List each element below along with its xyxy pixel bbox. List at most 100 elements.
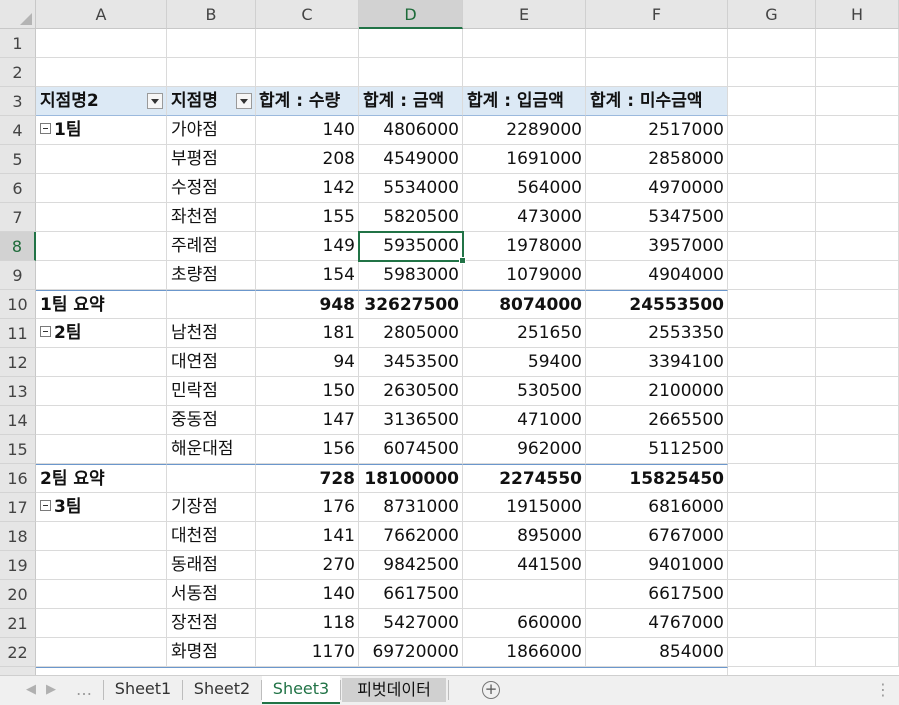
deposit-cell[interactable]: 473000	[463, 203, 586, 232]
row-header-23[interactable]	[0, 667, 36, 675]
branch-cell[interactable]: 대연점	[167, 348, 256, 377]
branch-cell[interactable]: 수정점	[167, 174, 256, 203]
deposit-cell[interactable]: 251650	[463, 319, 586, 348]
row-header-9[interactable]: 9	[0, 261, 36, 290]
pivot-header-amount[interactable]: 합계 : 금액	[359, 87, 463, 116]
amount-cell[interactable]: 6617500	[359, 580, 463, 609]
cell-g2[interactable]	[728, 58, 816, 87]
cell-c2[interactable]	[256, 58, 359, 87]
empty-cell[interactable]	[816, 609, 899, 638]
subtotal-deposit-cell[interactable]: 8074000	[463, 290, 586, 319]
branch-cell[interactable]	[167, 290, 256, 319]
deposit-cell[interactable]: 1079000	[463, 261, 586, 290]
quantity-cell[interactable]: 156	[256, 435, 359, 464]
empty-cell[interactable]	[816, 638, 899, 667]
deposit-cell[interactable]: 895000	[463, 522, 586, 551]
deposit-cell[interactable]: 962000	[463, 435, 586, 464]
pivot-group-cell[interactable]: 1팀	[36, 116, 167, 145]
cell-h3[interactable]	[816, 87, 899, 116]
pivot-header-branch[interactable]: 지점명	[167, 87, 256, 116]
empty-cell[interactable]	[728, 290, 816, 319]
receivable-cell[interactable]: 2858000	[586, 145, 728, 174]
prev-sheet-arrow-icon[interactable]: ◀	[26, 682, 36, 697]
spreadsheet-grid[interactable]: A B C D E F G H 1 2 3 4 5 6 7 8 9 10 11 …	[0, 0, 899, 675]
empty-cell[interactable]	[816, 493, 899, 522]
pivot-group-cell[interactable]	[36, 232, 167, 261]
receivable-cell[interactable]: 6816000	[586, 493, 728, 522]
row-header-20[interactable]: 20	[0, 580, 36, 609]
empty-cell[interactable]	[816, 174, 899, 203]
deposit-cell[interactable]: 660000	[463, 609, 586, 638]
empty-cell[interactable]	[728, 145, 816, 174]
amount-cell[interactable]: 69720000	[359, 638, 463, 667]
row-header-21[interactable]: 21	[0, 609, 36, 638]
branch-cell[interactable]: 서동점	[167, 580, 256, 609]
quantity-cell[interactable]: 140	[256, 116, 359, 145]
pivot-group-cell[interactable]	[36, 348, 167, 377]
row-header-14[interactable]: 14	[0, 406, 36, 435]
branch-cell[interactable]: 기장점	[167, 493, 256, 522]
empty-cell[interactable]	[728, 522, 816, 551]
empty-cell[interactable]	[816, 116, 899, 145]
pivot-group-cell[interactable]	[36, 638, 167, 667]
pivot-header-quantity[interactable]: 합계 : 수량	[256, 87, 359, 116]
empty-cell[interactable]	[816, 580, 899, 609]
amount-cell[interactable]: 3453500	[359, 348, 463, 377]
receivable-cell[interactable]: 2553350	[586, 319, 728, 348]
row-header-16[interactable]: 16	[0, 464, 36, 493]
cell-f1[interactable]	[586, 29, 728, 58]
branch-cell[interactable]: 좌천점	[167, 203, 256, 232]
pivot-group-cell[interactable]	[36, 145, 167, 174]
row-header-12[interactable]: 12	[0, 348, 36, 377]
branch-cell[interactable]	[167, 464, 256, 493]
empty-cell[interactable]	[728, 348, 816, 377]
empty-cell[interactable]	[728, 551, 816, 580]
empty-cell[interactable]	[816, 319, 899, 348]
column-header-h[interactable]: H	[816, 0, 899, 29]
tab-pivot-data[interactable]: 피벗데이터	[342, 678, 446, 702]
receivable-cell[interactable]: 2100000	[586, 377, 728, 406]
receivable-cell[interactable]: 854000	[586, 638, 728, 667]
empty-cell[interactable]	[816, 522, 899, 551]
quantity-cell[interactable]: 181	[256, 319, 359, 348]
receivable-cell[interactable]: 3394100	[586, 348, 728, 377]
amount-cell[interactable]: 2630500	[359, 377, 463, 406]
collapse-icon[interactable]	[40, 500, 51, 511]
branch-cell[interactable]: 장전점	[167, 609, 256, 638]
pivot-group-cell[interactable]	[36, 174, 167, 203]
receivable-cell[interactable]: 4767000	[586, 609, 728, 638]
amount-cell[interactable]: 4549000	[359, 145, 463, 174]
cell-a2[interactable]	[36, 58, 167, 87]
empty-cell[interactable]	[728, 232, 816, 261]
column-header-e[interactable]: E	[463, 0, 586, 29]
row-header-6[interactable]: 6	[0, 174, 36, 203]
quantity-cell[interactable]: 147	[256, 406, 359, 435]
cell-d2[interactable]	[359, 58, 463, 87]
branch-cell[interactable]: 부평점	[167, 145, 256, 174]
branch-cell[interactable]: 남천점	[167, 319, 256, 348]
empty-cell[interactable]	[728, 464, 816, 493]
cell-b2[interactable]	[167, 58, 256, 87]
pivot-group-cell[interactable]: 2팀	[36, 319, 167, 348]
partial-subtotal-row[interactable]	[36, 667, 728, 675]
branch-cell[interactable]: 동래점	[167, 551, 256, 580]
amount-cell[interactable]: 4806000	[359, 116, 463, 145]
quantity-cell[interactable]: 94	[256, 348, 359, 377]
empty-cell[interactable]	[728, 377, 816, 406]
subtotal-amount-cell[interactable]: 32627500	[359, 290, 463, 319]
row-header-13[interactable]: 13	[0, 377, 36, 406]
row-header-18[interactable]: 18	[0, 522, 36, 551]
next-sheet-arrow-icon[interactable]: ▶	[46, 682, 56, 697]
amount-cell[interactable]: 3136500	[359, 406, 463, 435]
quantity-cell[interactable]: 149	[256, 232, 359, 261]
row-header-11[interactable]: 11	[0, 319, 36, 348]
receivable-cell[interactable]: 4904000	[586, 261, 728, 290]
column-header-d[interactable]: D	[359, 0, 463, 29]
subtotal-amount-cell[interactable]: 18100000	[359, 464, 463, 493]
pivot-group-cell[interactable]	[36, 435, 167, 464]
receivable-cell[interactable]: 2517000	[586, 116, 728, 145]
quantity-cell[interactable]: 118	[256, 609, 359, 638]
cell-h2[interactable]	[816, 58, 899, 87]
branch-cell[interactable]: 해운대점	[167, 435, 256, 464]
quantity-cell[interactable]: 208	[256, 145, 359, 174]
